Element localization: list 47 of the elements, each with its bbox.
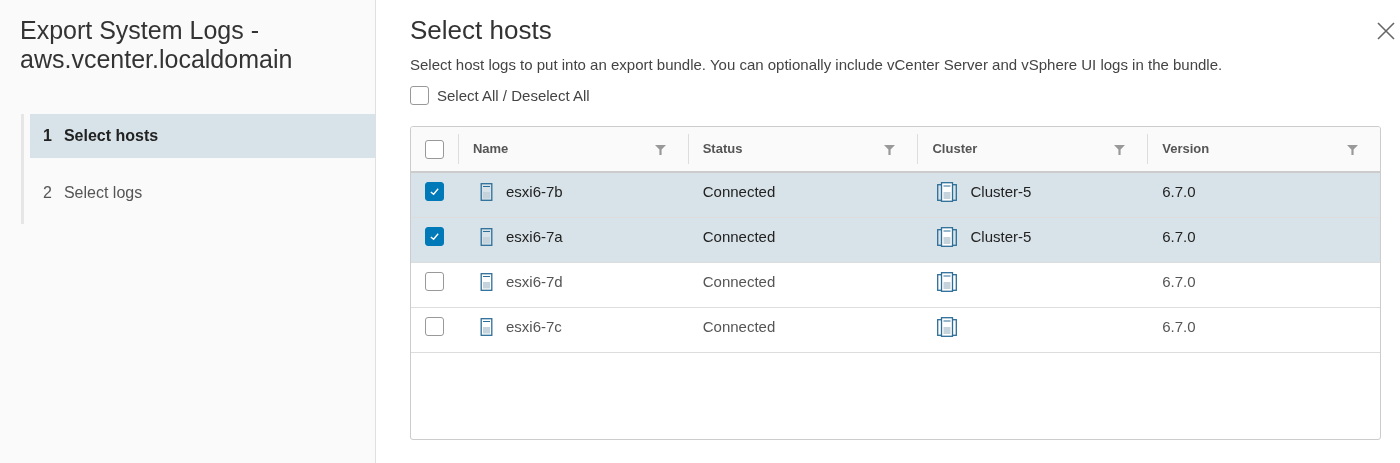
table-cell-text: Connected	[702, 316, 776, 337]
column-header[interactable]: Version	[1162, 139, 1210, 159]
close-button[interactable]	[1376, 20, 1398, 42]
checkbox[interactable]	[424, 139, 444, 159]
cluster-icon	[937, 227, 958, 247]
host-icon	[479, 228, 493, 246]
filter-icon[interactable]	[1114, 143, 1126, 155]
checkbox[interactable]	[424, 272, 444, 291]
table-cell-text: esxi6-7a	[505, 226, 563, 247]
filter-icon[interactable]	[884, 143, 896, 155]
column-header[interactable]: Cluster	[932, 139, 978, 159]
checkbox[interactable]	[410, 86, 429, 106]
checkbox[interactable]	[424, 227, 444, 246]
table-cell-text: Connected	[702, 181, 776, 202]
table-cell-text: Connected	[702, 226, 776, 247]
checkbox[interactable]	[424, 317, 444, 336]
checkbox[interactable]	[424, 182, 444, 201]
filter-icon[interactable]	[654, 143, 666, 155]
table-cell-text: Cluster-5	[970, 181, 1032, 202]
table-cell-text: esxi6-7b	[505, 181, 563, 202]
step-item[interactable]: 2 Select logs	[30, 171, 375, 215]
table-row[interactable]: esxi6-7a Connected Cluster-5 6.7.0	[411, 218, 1380, 263]
host-icon	[479, 183, 493, 201]
table-cell-text: 6.7.0	[1162, 271, 1196, 292]
step-item[interactable]: 1 Select hosts	[30, 114, 375, 158]
column-header[interactable]: Name	[472, 139, 509, 159]
filter-icon[interactable]	[1347, 143, 1358, 155]
table-cell-text: Connected	[702, 271, 776, 292]
check-icon	[428, 186, 440, 197]
checkbox-label[interactable]: Select All / Deselect All	[437, 84, 590, 107]
cluster-icon	[937, 182, 958, 202]
table-cell-text: esxi6-7c	[505, 316, 562, 337]
table-row[interactable]: esxi6-7b Connected Cluster-5 6.7.0	[411, 173, 1380, 218]
table-cell-text: esxi6-7d	[505, 271, 563, 292]
cluster-icon	[937, 272, 958, 292]
table-cell-text: Cluster-5	[970, 226, 1032, 247]
dialog-title: Export System Logs - aws.vcenter.localdomain	[19, 16, 294, 74]
table-cell-text: 6.7.0	[1162, 181, 1196, 202]
table-cell-text: 6.7.0	[1162, 226, 1196, 247]
cluster-icon	[937, 317, 958, 337]
column-header[interactable]: Status	[702, 139, 743, 159]
check-icon	[428, 231, 440, 242]
table-cell-text: 6.7.0	[1162, 316, 1196, 337]
page-title: Select hosts	[410, 14, 552, 46]
host-icon	[479, 318, 493, 336]
description: Select host logs to put into an export bundle. You can optionally include vCenter Server and vSphere UI logs in the bundle.	[410, 55, 1223, 75]
host-icon	[479, 273, 493, 291]
